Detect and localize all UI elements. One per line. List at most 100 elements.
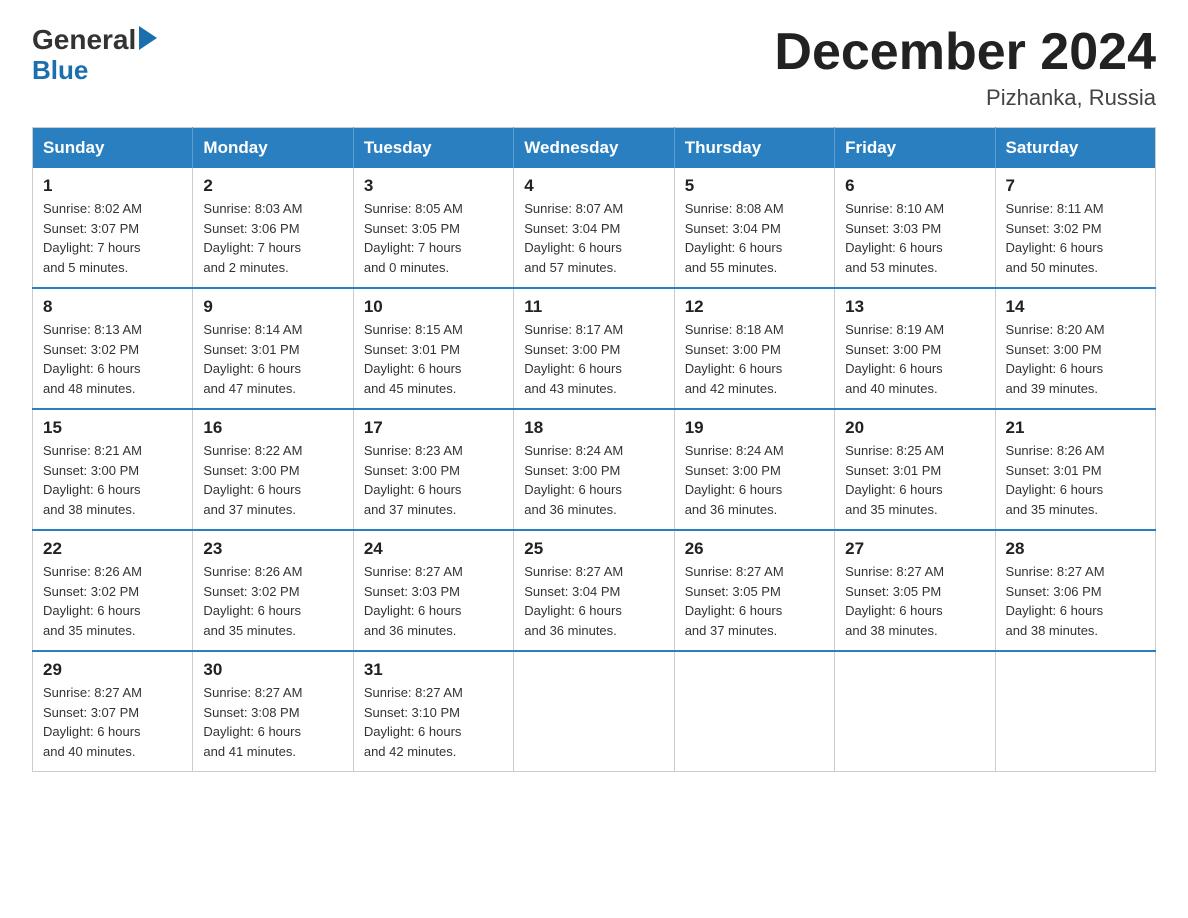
day-number: 7 [1006,176,1145,196]
calendar-cell: 22 Sunrise: 8:26 AMSunset: 3:02 PMDaylig… [33,530,193,651]
calendar-cell: 2 Sunrise: 8:03 AMSunset: 3:06 PMDayligh… [193,168,353,288]
day-info: Sunrise: 8:03 AMSunset: 3:06 PMDaylight:… [203,199,342,277]
calendar-cell: 26 Sunrise: 8:27 AMSunset: 3:05 PMDaylig… [674,530,834,651]
calendar-cell: 16 Sunrise: 8:22 AMSunset: 3:00 PMDaylig… [193,409,353,530]
calendar-cell [514,651,674,772]
day-number: 23 [203,539,342,559]
calendar-cell: 23 Sunrise: 8:26 AMSunset: 3:02 PMDaylig… [193,530,353,651]
title-block: December 2024 Pizhanka, Russia [774,24,1156,111]
calendar-cell: 19 Sunrise: 8:24 AMSunset: 3:00 PMDaylig… [674,409,834,530]
calendar-cell: 13 Sunrise: 8:19 AMSunset: 3:00 PMDaylig… [835,288,995,409]
day-number: 2 [203,176,342,196]
day-info: Sunrise: 8:17 AMSunset: 3:00 PMDaylight:… [524,320,663,398]
calendar-cell: 25 Sunrise: 8:27 AMSunset: 3:04 PMDaylig… [514,530,674,651]
day-info: Sunrise: 8:25 AMSunset: 3:01 PMDaylight:… [845,441,984,519]
day-number: 11 [524,297,663,317]
day-number: 28 [1006,539,1145,559]
calendar-cell: 24 Sunrise: 8:27 AMSunset: 3:03 PMDaylig… [353,530,513,651]
calendar-cell: 17 Sunrise: 8:23 AMSunset: 3:00 PMDaylig… [353,409,513,530]
day-info: Sunrise: 8:05 AMSunset: 3:05 PMDaylight:… [364,199,503,277]
calendar-cell [995,651,1155,772]
calendar-cell: 14 Sunrise: 8:20 AMSunset: 3:00 PMDaylig… [995,288,1155,409]
page-header: General Blue December 2024 Pizhanka, Rus… [32,24,1156,111]
calendar-cell: 20 Sunrise: 8:25 AMSunset: 3:01 PMDaylig… [835,409,995,530]
day-number: 31 [364,660,503,680]
day-number: 5 [685,176,824,196]
header-cell-saturday: Saturday [995,128,1155,169]
day-number: 10 [364,297,503,317]
day-number: 26 [685,539,824,559]
calendar-cell: 11 Sunrise: 8:17 AMSunset: 3:00 PMDaylig… [514,288,674,409]
day-info: Sunrise: 8:27 AMSunset: 3:03 PMDaylight:… [364,562,503,640]
day-info: Sunrise: 8:27 AMSunset: 3:04 PMDaylight:… [524,562,663,640]
calendar-cell: 28 Sunrise: 8:27 AMSunset: 3:06 PMDaylig… [995,530,1155,651]
day-info: Sunrise: 8:24 AMSunset: 3:00 PMDaylight:… [685,441,824,519]
month-title: December 2024 [774,24,1156,81]
calendar-cell: 10 Sunrise: 8:15 AMSunset: 3:01 PMDaylig… [353,288,513,409]
day-number: 18 [524,418,663,438]
calendar-table: SundayMondayTuesdayWednesdayThursdayFrid… [32,127,1156,772]
calendar-cell: 18 Sunrise: 8:24 AMSunset: 3:00 PMDaylig… [514,409,674,530]
calendar-cell: 12 Sunrise: 8:18 AMSunset: 3:00 PMDaylig… [674,288,834,409]
day-info: Sunrise: 8:21 AMSunset: 3:00 PMDaylight:… [43,441,182,519]
logo-blue-text: Blue [32,56,157,86]
day-number: 20 [845,418,984,438]
header-cell-thursday: Thursday [674,128,834,169]
calendar-cell: 5 Sunrise: 8:08 AMSunset: 3:04 PMDayligh… [674,168,834,288]
day-info: Sunrise: 8:15 AMSunset: 3:01 PMDaylight:… [364,320,503,398]
calendar-week-4: 22 Sunrise: 8:26 AMSunset: 3:02 PMDaylig… [33,530,1156,651]
day-info: Sunrise: 8:14 AMSunset: 3:01 PMDaylight:… [203,320,342,398]
header-cell-friday: Friday [835,128,995,169]
day-number: 15 [43,418,182,438]
day-info: Sunrise: 8:11 AMSunset: 3:02 PMDaylight:… [1006,199,1145,277]
logo-arrow-icon [139,26,157,50]
day-number: 29 [43,660,182,680]
day-number: 12 [685,297,824,317]
day-number: 9 [203,297,342,317]
day-number: 17 [364,418,503,438]
calendar-cell: 8 Sunrise: 8:13 AMSunset: 3:02 PMDayligh… [33,288,193,409]
day-number: 3 [364,176,503,196]
day-number: 22 [43,539,182,559]
day-info: Sunrise: 8:22 AMSunset: 3:00 PMDaylight:… [203,441,342,519]
header-cell-monday: Monday [193,128,353,169]
day-info: Sunrise: 8:27 AMSunset: 3:05 PMDaylight:… [845,562,984,640]
header-cell-tuesday: Tuesday [353,128,513,169]
calendar-cell: 31 Sunrise: 8:27 AMSunset: 3:10 PMDaylig… [353,651,513,772]
calendar-cell: 21 Sunrise: 8:26 AMSunset: 3:01 PMDaylig… [995,409,1155,530]
day-info: Sunrise: 8:07 AMSunset: 3:04 PMDaylight:… [524,199,663,277]
day-number: 14 [1006,297,1145,317]
day-number: 25 [524,539,663,559]
day-number: 24 [364,539,503,559]
calendar-cell [835,651,995,772]
day-number: 19 [685,418,824,438]
day-info: Sunrise: 8:18 AMSunset: 3:00 PMDaylight:… [685,320,824,398]
header-cell-wednesday: Wednesday [514,128,674,169]
calendar-header-row: SundayMondayTuesdayWednesdayThursdayFrid… [33,128,1156,169]
day-info: Sunrise: 8:02 AMSunset: 3:07 PMDaylight:… [43,199,182,277]
calendar-cell: 30 Sunrise: 8:27 AMSunset: 3:08 PMDaylig… [193,651,353,772]
calendar-cell: 3 Sunrise: 8:05 AMSunset: 3:05 PMDayligh… [353,168,513,288]
day-number: 1 [43,176,182,196]
calendar-cell: 4 Sunrise: 8:07 AMSunset: 3:04 PMDayligh… [514,168,674,288]
day-info: Sunrise: 8:26 AMSunset: 3:02 PMDaylight:… [203,562,342,640]
day-number: 27 [845,539,984,559]
calendar-cell: 29 Sunrise: 8:27 AMSunset: 3:07 PMDaylig… [33,651,193,772]
day-info: Sunrise: 8:08 AMSunset: 3:04 PMDaylight:… [685,199,824,277]
day-number: 6 [845,176,984,196]
day-info: Sunrise: 8:27 AMSunset: 3:08 PMDaylight:… [203,683,342,761]
calendar-cell [674,651,834,772]
day-number: 21 [1006,418,1145,438]
calendar-week-3: 15 Sunrise: 8:21 AMSunset: 3:00 PMDaylig… [33,409,1156,530]
logo: General Blue [32,24,157,86]
day-info: Sunrise: 8:24 AMSunset: 3:00 PMDaylight:… [524,441,663,519]
calendar-week-5: 29 Sunrise: 8:27 AMSunset: 3:07 PMDaylig… [33,651,1156,772]
calendar-cell: 9 Sunrise: 8:14 AMSunset: 3:01 PMDayligh… [193,288,353,409]
calendar-cell: 15 Sunrise: 8:21 AMSunset: 3:00 PMDaylig… [33,409,193,530]
day-number: 8 [43,297,182,317]
calendar-cell: 1 Sunrise: 8:02 AMSunset: 3:07 PMDayligh… [33,168,193,288]
calendar-cell: 27 Sunrise: 8:27 AMSunset: 3:05 PMDaylig… [835,530,995,651]
location-label: Pizhanka, Russia [774,85,1156,111]
day-number: 30 [203,660,342,680]
calendar-week-1: 1 Sunrise: 8:02 AMSunset: 3:07 PMDayligh… [33,168,1156,288]
